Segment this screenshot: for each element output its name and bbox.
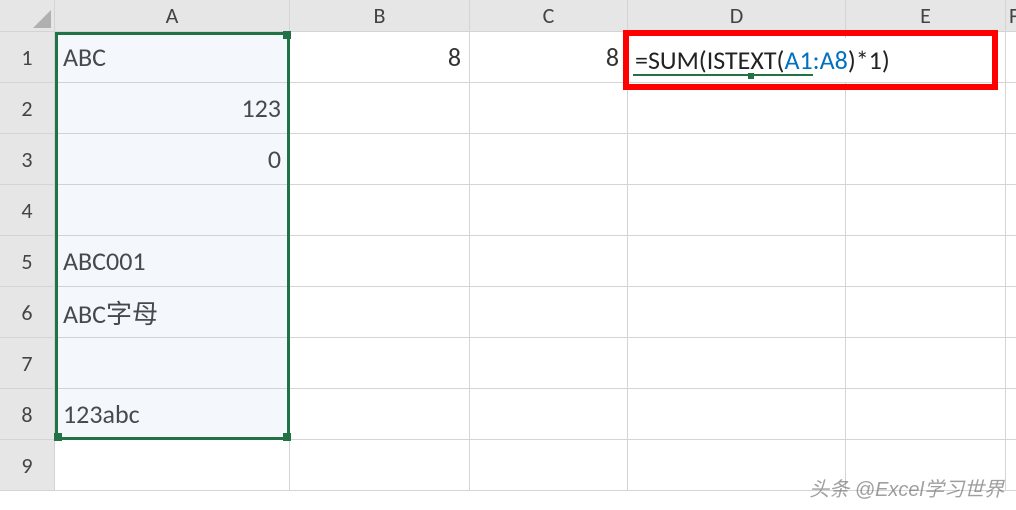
cell-B7[interactable]: [290, 338, 470, 389]
row-header-4[interactable]: 4: [0, 185, 55, 236]
cell-F3[interactable]: [1006, 134, 1016, 185]
cell-B8[interactable]: [290, 389, 470, 440]
row-header-9[interactable]: 9: [0, 440, 55, 491]
cell-B6[interactable]: [290, 287, 470, 338]
cell-A1[interactable]: ABC: [55, 32, 290, 83]
cell-D2[interactable]: [628, 83, 846, 134]
cell-C7[interactable]: [470, 338, 628, 389]
formula-text: =SUM(ISTEXT: [635, 44, 777, 76]
cell-A9[interactable]: [55, 440, 290, 491]
cell-E5[interactable]: [846, 236, 1006, 287]
cell-E6[interactable]: [846, 287, 1006, 338]
cell-E4[interactable]: [846, 185, 1006, 236]
cell-C4[interactable]: [470, 185, 628, 236]
cell-D4[interactable]: [628, 185, 846, 236]
select-all-corner[interactable]: [0, 0, 55, 32]
cell-C2[interactable]: [470, 83, 628, 134]
cell-D6[interactable]: [628, 287, 846, 338]
cell-F6[interactable]: [1006, 287, 1016, 338]
row-header-2[interactable]: 2: [0, 83, 55, 134]
edit-underline: [633, 74, 813, 76]
cell-B3[interactable]: [290, 134, 470, 185]
row-header-1[interactable]: 1: [0, 32, 55, 83]
cell-D5[interactable]: [628, 236, 846, 287]
cell-C8[interactable]: [470, 389, 628, 440]
cell-C1[interactable]: 8: [470, 32, 628, 83]
cell-C5[interactable]: [470, 236, 628, 287]
col-header-B[interactable]: B: [290, 0, 470, 32]
col-header-C[interactable]: C: [470, 0, 628, 32]
row-header-8[interactable]: 8: [0, 389, 55, 440]
cell-C6[interactable]: [470, 287, 628, 338]
formula-paren: ): [848, 44, 856, 76]
cell-E2[interactable]: [846, 83, 1006, 134]
cell-D8[interactable]: [628, 389, 846, 440]
formula-editing-cell[interactable]: =SUM(ISTEXT(A1:A8)*1): [633, 38, 890, 82]
cell-A5[interactable]: ABC001: [55, 236, 290, 287]
col-header-E[interactable]: E: [846, 0, 1006, 32]
row-header-5[interactable]: 5: [0, 236, 55, 287]
cell-F2[interactable]: [1006, 83, 1016, 134]
cell-E8[interactable]: [846, 389, 1006, 440]
cell-B2[interactable]: [290, 83, 470, 134]
row-header-3[interactable]: 3: [0, 134, 55, 185]
row-header-6[interactable]: 6: [0, 287, 55, 338]
cell-F9[interactable]: [1006, 440, 1016, 491]
cell-A3[interactable]: 0: [55, 134, 290, 185]
cell-B9[interactable]: [290, 440, 470, 491]
cell-D7[interactable]: [628, 338, 846, 389]
col-header-A[interactable]: A: [55, 0, 290, 32]
cell-F8[interactable]: [1006, 389, 1016, 440]
cell-C9[interactable]: [470, 440, 628, 491]
formula-paren: (: [777, 44, 785, 76]
cell-A6[interactable]: ABC字母: [55, 287, 290, 338]
col-header-F[interactable]: F: [1006, 0, 1016, 32]
cell-A4[interactable]: [55, 185, 290, 236]
cell-F1[interactable]: [1006, 32, 1016, 83]
formula-reference: A1:A8: [784, 44, 847, 76]
cell-A2[interactable]: 123: [55, 83, 290, 134]
cell-A7[interactable]: [55, 338, 290, 389]
cell-B1[interactable]: 8: [290, 32, 470, 83]
col-header-D[interactable]: D: [628, 0, 846, 32]
watermark-text: 头条 @Excel学习世界: [809, 473, 1004, 502]
cell-E7[interactable]: [846, 338, 1006, 389]
cell-D3[interactable]: [628, 134, 846, 185]
cell-E3[interactable]: [846, 134, 1006, 185]
cell-B4[interactable]: [290, 185, 470, 236]
caret-handle-icon: [748, 73, 754, 79]
cell-F4[interactable]: [1006, 185, 1016, 236]
cell-A8[interactable]: 123abc: [55, 389, 290, 440]
formula-text: *1): [856, 44, 890, 76]
cell-C3[interactable]: [470, 134, 628, 185]
cell-F5[interactable]: [1006, 236, 1016, 287]
cell-F7[interactable]: [1006, 338, 1016, 389]
cell-B5[interactable]: [290, 236, 470, 287]
row-header-7[interactable]: 7: [0, 338, 55, 389]
